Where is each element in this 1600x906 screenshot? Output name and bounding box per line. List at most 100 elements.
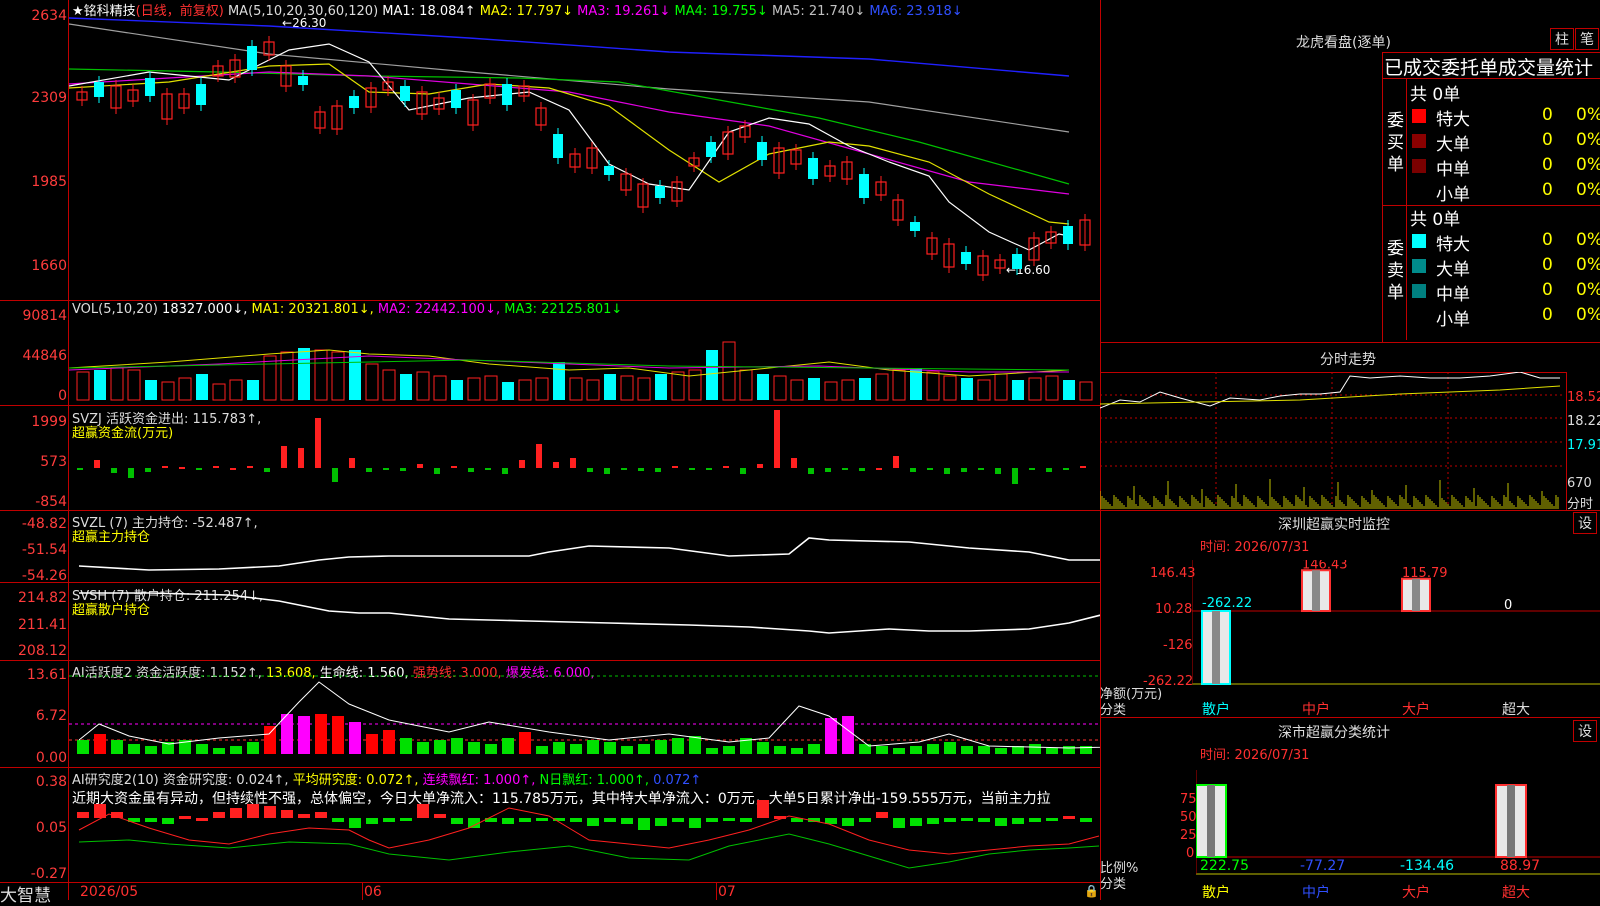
order-color-swatch <box>1412 159 1426 173</box>
activity-bar <box>876 746 888 754</box>
volume-bar <box>739 369 753 401</box>
flow-bar <box>791 458 797 468</box>
activity-bar <box>485 744 497 754</box>
activity-bar <box>689 736 701 754</box>
ai1-tick-1: 13.61 <box>26 667 67 683</box>
activity-bar <box>298 716 310 754</box>
flow-bar <box>706 468 712 470</box>
volume-bar <box>382 369 396 401</box>
flow-bar <box>417 464 423 468</box>
bar-mode-button[interactable]: 柱 <box>1550 28 1574 50</box>
order-count: 0 <box>1542 180 1553 200</box>
flow-bar <box>995 468 1001 474</box>
flow-bar <box>366 468 372 472</box>
svzj-bars[interactable] <box>69 410 1100 510</box>
separator-dates <box>0 882 1100 883</box>
svsh-tick-1: 214.82 <box>18 590 67 606</box>
research-bar <box>587 818 599 826</box>
activity-bar <box>570 744 582 754</box>
svzj-tick-1: 1999 <box>31 414 67 430</box>
candle-body <box>1063 226 1073 244</box>
net-flow-bar-shade <box>1312 570 1320 611</box>
activity-bar <box>77 740 89 754</box>
volume-bar <box>994 373 1008 401</box>
volume-bar <box>790 379 804 401</box>
sz-monitor-settings-button[interactable]: 设 <box>1573 512 1597 534</box>
vol-label: VOL(5,10,20) <box>72 302 158 317</box>
volume-bar <box>961 378 973 400</box>
lock-icon[interactable]: 🔒 <box>1084 884 1099 898</box>
research-bar <box>281 810 293 818</box>
svsh-line[interactable] <box>69 585 1100 660</box>
activity-bar <box>672 738 684 754</box>
research-bar <box>94 804 106 818</box>
volume-bar <box>145 380 157 400</box>
intraday-vol: 670 <box>1567 476 1592 491</box>
ai2-label: AI研究度2(10) 资金研究度: 0.024↑, <box>72 773 289 788</box>
dragon-label-divider <box>1406 78 1407 340</box>
research-bar <box>570 818 582 822</box>
research-bar <box>230 808 242 818</box>
research-bar <box>1063 816 1075 819</box>
ratio-bar-shade <box>1207 785 1215 857</box>
sz-cat-retail: 散户 <box>1202 702 1230 718</box>
volume-bars[interactable] <box>69 320 1100 405</box>
price-candles[interactable] <box>69 14 1100 300</box>
research-bar <box>859 818 871 822</box>
ai2-chart[interactable] <box>69 800 1100 882</box>
ai1-tick-3: 0.00 <box>35 750 67 766</box>
sz-stats-settings-button[interactable]: 设 <box>1573 720 1597 742</box>
flow-bar <box>672 466 678 468</box>
order-color-swatch <box>1412 109 1426 123</box>
ai2-v5: 0.072↑ <box>653 773 702 788</box>
volume-bar <box>535 377 549 401</box>
volume-bar <box>349 350 361 400</box>
order-count: 0 <box>1542 305 1553 325</box>
dragon-title: 龙虎看盘(逐单) <box>1296 35 1391 51</box>
candle-body <box>502 84 512 105</box>
candle-body <box>859 174 869 198</box>
order-color-swatch <box>1412 234 1426 248</box>
candle-body <box>553 134 563 158</box>
intraday-chart[interactable] <box>1100 372 1565 509</box>
order-percent: 0% <box>1576 305 1600 325</box>
intraday-price-1: 18.52 <box>1567 390 1600 405</box>
volume-bar <box>620 375 634 401</box>
svzl-line[interactable] <box>69 512 1100 582</box>
ai1-chart[interactable] <box>69 662 1100 767</box>
sz-cat-super: 超大 <box>1502 702 1530 718</box>
sz-monitor-chart[interactable]: -262.22 146.43 115.79 0 <box>1192 560 1600 685</box>
research-bar <box>145 818 157 822</box>
price-tick-4: 1660 <box>31 258 67 274</box>
ratio-bar-shade <box>1507 785 1515 857</box>
flow-bar <box>298 448 304 468</box>
activity-bar <box>400 738 412 754</box>
line-mode-button[interactable]: 笔 <box>1575 28 1599 50</box>
flow-bar <box>825 468 831 472</box>
svsh-tick-2: 211.41 <box>18 617 67 633</box>
flow-bar <box>349 458 355 468</box>
vol-value: 18327.000↓, <box>162 302 248 317</box>
order-percent: 0% <box>1576 130 1600 150</box>
research-bar <box>995 818 1007 826</box>
order-size-label: 特大 <box>1436 110 1470 130</box>
volume-bar <box>875 373 889 401</box>
volume-bar <box>196 374 208 400</box>
candle-body <box>757 142 767 160</box>
activity-bar <box>1029 744 1041 754</box>
activity-bar <box>655 740 667 754</box>
order-count: 0 <box>1542 280 1553 300</box>
ai2-consecutive: 连续飘红: 1.000↑, <box>422 773 536 788</box>
sell-total: 共 0单 <box>1410 210 1461 230</box>
activity-bar <box>961 746 973 754</box>
flow-bar <box>621 468 627 470</box>
activity-bar <box>247 742 259 754</box>
candle-body <box>604 166 614 175</box>
sz-monitor-time: 时间: 2026/07/31 <box>1200 540 1310 555</box>
stats-axis-3: 25 <box>1180 828 1197 843</box>
volume-bar <box>569 377 583 401</box>
flow-bar <box>94 460 100 468</box>
flow-bar <box>553 462 559 468</box>
volume-bar <box>808 378 820 400</box>
activity-bar <box>927 744 939 754</box>
